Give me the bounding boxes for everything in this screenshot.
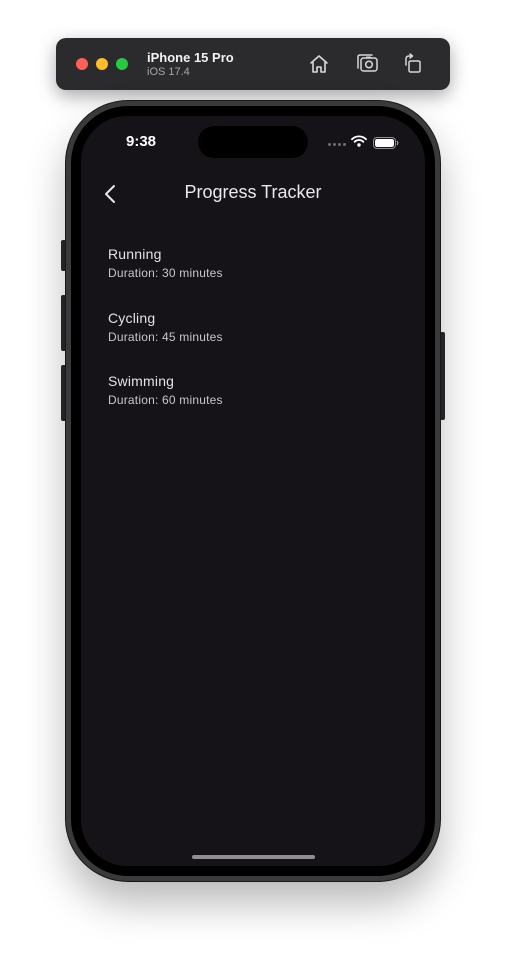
activity-duration: Duration: 30 minutes <box>108 266 223 280</box>
power-button <box>440 332 445 420</box>
list-item-cycling[interactable]: Cycling Duration: 45 minutes <box>108 310 408 374</box>
simulator-toolbar: iPhone 15 Pro iOS 17.4 <box>56 38 450 90</box>
page-title: Progress Tracker <box>184 182 322 202</box>
list-item-running[interactable]: Running Duration: 30 minutes <box>108 246 408 310</box>
list-item-swimming[interactable]: Swimming Duration: 60 minutes <box>108 373 408 437</box>
cellular-signal-icon <box>328 143 346 146</box>
home-icon <box>310 55 328 73</box>
wifi-icon <box>351 135 367 147</box>
close-window-button[interactable] <box>76 58 88 70</box>
phone-screen: 9:38 Progress Tracker Running Duration: … <box>81 116 425 866</box>
device-os-version: iOS 17.4 <box>147 66 190 78</box>
activity-duration: Duration: 60 minutes <box>108 393 223 407</box>
device-name: iPhone 15 Pro <box>147 50 234 65</box>
activity-name: Swimming <box>108 373 175 389</box>
dynamic-island <box>198 126 308 158</box>
rotate-button[interactable] <box>401 52 425 76</box>
home-indicator[interactable] <box>192 855 315 859</box>
rotate-icon <box>405 53 421 73</box>
activity-list: Running Duration: 30 minutes Cycling Dur… <box>108 246 408 437</box>
home-button[interactable] <box>307 52 331 76</box>
activity-name: Running <box>108 246 162 262</box>
screenshot-button[interactable] <box>356 52 380 76</box>
battery-icon <box>373 137 399 149</box>
status-time: 9:38 <box>126 133 157 150</box>
minimize-window-button[interactable] <box>96 58 108 70</box>
screenshot-icon <box>357 54 378 72</box>
simulator-window: iPhone 15 Pro iOS 17.4 9:38 Progress Tra… <box>0 0 506 956</box>
zoom-window-button[interactable] <box>116 58 128 70</box>
activity-duration: Duration: 45 minutes <box>108 329 223 344</box>
activity-name: Cycling <box>108 309 156 326</box>
